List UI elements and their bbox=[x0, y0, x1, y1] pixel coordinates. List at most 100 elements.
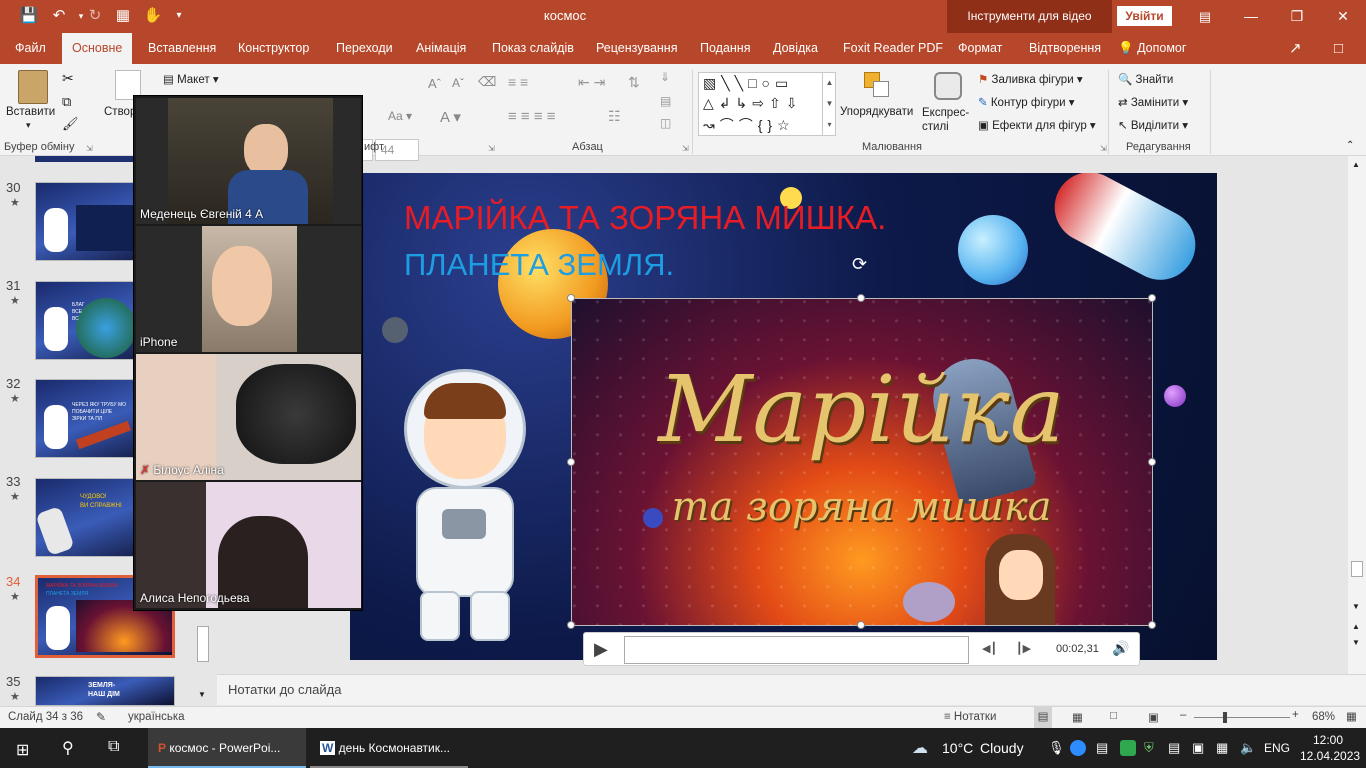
taskbar-app-powerpoint[interactable]: P космос - PowerPoi... bbox=[148, 728, 306, 768]
resize-handle[interactable] bbox=[1148, 294, 1156, 302]
tab-transitions[interactable]: Переходи bbox=[336, 33, 393, 64]
change-case-icon[interactable]: Aa ▾ bbox=[388, 109, 412, 123]
resize-handle[interactable] bbox=[857, 294, 865, 302]
participant-tile[interactable]: ✗ Білоус Аліна bbox=[136, 354, 361, 480]
zoom-in-icon[interactable]: + bbox=[1292, 709, 1299, 721]
notes-placeholder[interactable]: Нотатки до слайда bbox=[228, 682, 341, 697]
tab-animations[interactable]: Анімація bbox=[416, 33, 466, 64]
font-color-icon[interactable]: A ▾ bbox=[440, 108, 461, 126]
taskbar-app-word[interactable]: W день Космонавтик... bbox=[310, 728, 468, 768]
network-icon[interactable]: ▦ bbox=[1216, 740, 1228, 756]
touch-mode-icon[interactable]: ✋ bbox=[142, 6, 164, 26]
shapes-row-3[interactable]: ↝⌒⌒{}☆ bbox=[703, 115, 795, 135]
resize-handle[interactable] bbox=[1148, 458, 1156, 466]
shape-outline-button[interactable]: ✎ Контур фігури ▾ bbox=[978, 95, 1075, 109]
participant-tile[interactable]: Меденець Євгеній 4 А bbox=[136, 98, 361, 224]
spellcheck-icon[interactable]: ✎ bbox=[96, 710, 106, 724]
present-from-start-icon[interactable]: ▦ bbox=[112, 6, 134, 26]
replace-button[interactable]: ⇄ Замінити ▾ bbox=[1118, 95, 1188, 109]
paste-label[interactable]: Вставити bbox=[6, 106, 55, 118]
shapes-row-1[interactable]: ▧╲╲□○▭ bbox=[703, 75, 793, 92]
scroll-up-icon[interactable]: ▲ bbox=[1352, 160, 1360, 169]
search-icon[interactable]: ⚲ bbox=[62, 738, 74, 758]
close-button[interactable]: ✕ bbox=[1320, 0, 1366, 33]
quick-styles-icon[interactable] bbox=[934, 72, 962, 100]
format-painter-icon[interactable]: 🖌 bbox=[62, 116, 79, 132]
clear-formatting-icon[interactable]: ⌫ bbox=[478, 74, 496, 90]
restore-button[interactable]: ❐ bbox=[1274, 0, 1320, 33]
clock[interactable]: 12:00 12.04.2023 bbox=[1300, 732, 1360, 764]
display-icon[interactable]: ▣ bbox=[1192, 740, 1204, 756]
slideshow-view-icon[interactable]: ▣ bbox=[1148, 710, 1159, 724]
normal-view-icon[interactable]: ▤ bbox=[1034, 707, 1052, 728]
scroll-down-icon[interactable]: ▼ bbox=[1352, 602, 1360, 611]
participant-tile[interactable]: Алиса Непогодьева bbox=[136, 482, 361, 608]
font-launcher-icon[interactable]: ⇲ bbox=[488, 144, 495, 153]
scroll-down-icon[interactable]: ▼ bbox=[198, 690, 206, 699]
slide-thumbnail[interactable]: ЗЕМЛЯ- НАШ ДІМ bbox=[35, 676, 175, 706]
layout-button[interactable]: ▤ Макет ▾ bbox=[163, 72, 219, 86]
scrollbar-thumb[interactable] bbox=[197, 626, 209, 662]
resize-handle[interactable] bbox=[857, 621, 865, 629]
tell-me-search[interactable]: 💡 Допомог bbox=[1118, 33, 1186, 64]
speaker-icon[interactable]: 🔈 bbox=[1240, 740, 1256, 756]
tab-file[interactable]: Файл bbox=[15, 33, 46, 64]
tab-playback[interactable]: Відтворення bbox=[1029, 33, 1101, 64]
clipboard-launcher-icon[interactable]: ⇲ bbox=[86, 144, 93, 153]
video-progress-bar[interactable] bbox=[624, 636, 969, 664]
save-icon[interactable]: 💾 bbox=[18, 6, 40, 26]
task-view-icon[interactable]: ⧉ bbox=[108, 738, 119, 756]
shapes-row-2[interactable]: △↲↳⇨⇧⇩ bbox=[703, 95, 802, 112]
bullets-icon[interactable]: ≡ ≡ bbox=[508, 74, 528, 90]
paste-icon[interactable] bbox=[18, 70, 48, 104]
increase-font-icon[interactable]: Aˆ bbox=[428, 76, 441, 91]
weather-temp[interactable]: 10°C bbox=[942, 728, 973, 768]
tab-slideshow[interactable]: Показ слайдів bbox=[492, 33, 574, 64]
play-button-icon[interactable]: ▶ bbox=[594, 639, 608, 660]
share-icon[interactable]: ↗ bbox=[1289, 33, 1302, 64]
shapes-scroll-icon[interactable]: ▲ ▼ ▾ bbox=[822, 72, 836, 136]
participant-tile[interactable]: iPhone bbox=[136, 226, 361, 352]
quick-styles-label[interactable]: Експрес-стилі bbox=[922, 106, 974, 134]
weather-desc[interactable]: Cloudy bbox=[980, 728, 1024, 768]
zoom-level[interactable]: 68% bbox=[1312, 711, 1335, 723]
battery-icon[interactable]: ▤ bbox=[1168, 740, 1180, 756]
slide-title-line1[interactable]: МАРІЙКА ТА ЗОРЯНА МИШКА. bbox=[404, 199, 886, 237]
reading-view-icon[interactable]: □ bbox=[1110, 710, 1117, 722]
paste-dropdown-icon[interactable]: ▾ bbox=[26, 120, 31, 131]
usb-icon[interactable]: ▤ bbox=[1096, 740, 1108, 756]
decrease-font-icon[interactable]: Aˇ bbox=[452, 76, 464, 90]
comments-icon[interactable]: □ bbox=[1334, 33, 1343, 64]
zoom-slider-thumb[interactable] bbox=[1222, 712, 1227, 723]
skip-forward-icon[interactable]: ┃▶ bbox=[1016, 642, 1031, 655]
zoom-app-icon[interactable] bbox=[1070, 740, 1086, 756]
resize-handle[interactable] bbox=[567, 458, 575, 466]
slide-title-line2[interactable]: ПЛАНЕТА ЗЕМЛЯ. bbox=[404, 247, 674, 283]
align-text-icon[interactable]: ▤ bbox=[660, 94, 671, 108]
arrange-icon[interactable] bbox=[864, 72, 892, 100]
drawing-launcher-icon[interactable]: ⇲ bbox=[1100, 144, 1107, 153]
minimize-button[interactable]: — bbox=[1228, 0, 1274, 33]
zoom-slider-track[interactable] bbox=[1194, 717, 1290, 718]
paragraph-launcher-icon[interactable]: ⇲ bbox=[682, 144, 689, 153]
resize-handle[interactable] bbox=[567, 294, 575, 302]
undo-icon[interactable]: ↶ bbox=[48, 6, 70, 26]
notes-toggle-button[interactable]: ≡ Нотатки bbox=[944, 711, 996, 723]
zoom-out-icon[interactable]: – bbox=[1180, 709, 1186, 721]
tab-review[interactable]: Рецензування bbox=[596, 33, 677, 64]
previous-slide-icon[interactable]: ▲ bbox=[1352, 622, 1360, 631]
sign-in-button[interactable]: Увійти bbox=[1117, 6, 1172, 26]
tab-view[interactable]: Подання bbox=[700, 33, 750, 64]
skip-back-icon[interactable]: ◀┃ bbox=[982, 642, 997, 655]
collapse-ribbon-icon[interactable]: ⌃ bbox=[1346, 140, 1354, 151]
redo-icon[interactable]: ↻ bbox=[84, 6, 106, 26]
copy-icon[interactable]: ⧉ bbox=[62, 94, 71, 110]
find-button[interactable]: 🔍 Знайти bbox=[1118, 72, 1173, 86]
shape-fill-button[interactable]: ⚑ Заливка фігури ▾ bbox=[978, 72, 1083, 86]
select-button[interactable]: ↖ Виділити ▾ bbox=[1118, 118, 1188, 132]
shapes-gallery[interactable]: ▧╲╲□○▭ △↲↳⇨⇧⇩ ↝⌒⌒{}☆ bbox=[698, 72, 836, 136]
language-indicator[interactable]: українська bbox=[128, 711, 185, 723]
cut-icon[interactable]: ✂ bbox=[62, 70, 74, 87]
arrange-label[interactable]: Упорядкувати bbox=[840, 106, 913, 118]
input-language[interactable]: ENG bbox=[1264, 728, 1290, 768]
